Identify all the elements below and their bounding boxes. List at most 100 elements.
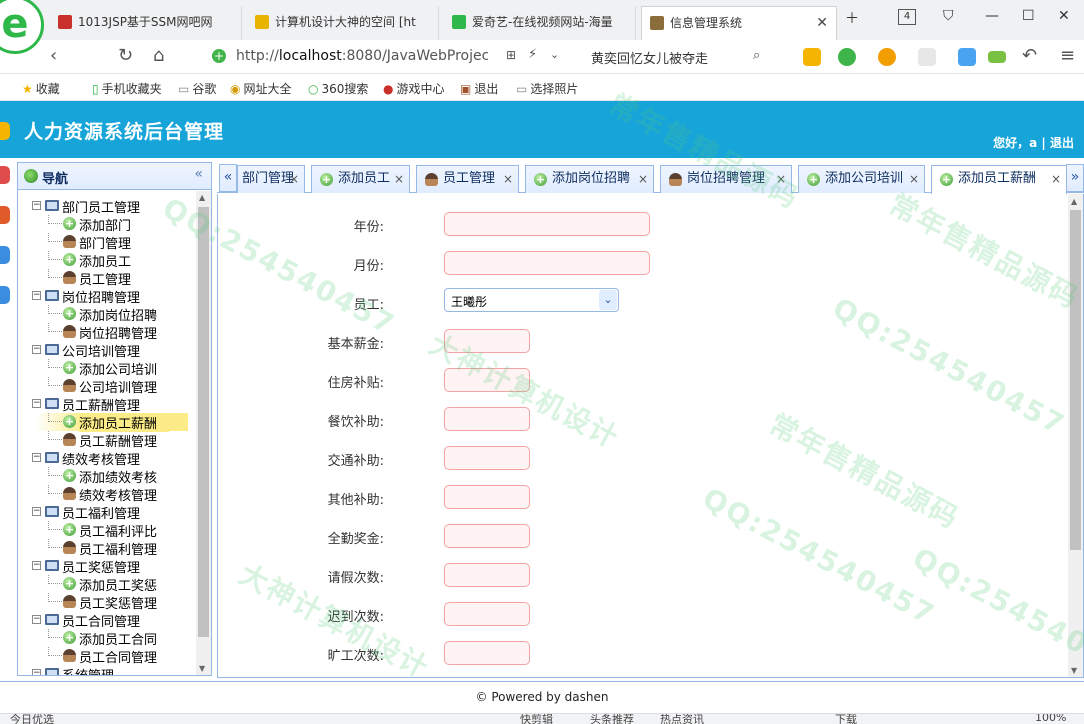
lightning-icon[interactable]: ⚡ [528, 47, 537, 62]
collapse-toggle-icon[interactable]: − [32, 561, 41, 570]
tree-group[interactable]: − 绩效考核管理 [18, 449, 196, 468]
tree-group[interactable]: − 系统管理 [18, 665, 196, 675]
bookmark-mobile[interactable]: ▯ 手机收藏夹 [92, 80, 162, 97]
scrollbar-thumb[interactable] [1070, 210, 1081, 550]
close-tab-icon[interactable]: × [638, 166, 648, 192]
translate-ext-icon[interactable] [838, 48, 856, 66]
browser-tab[interactable]: 信息管理系统 ✕ [641, 6, 837, 40]
tree-item[interactable]: 绩效考核管理 [18, 485, 196, 504]
collapse-sidebar-icon[interactable]: « [194, 166, 203, 182]
apps-ext-icon[interactable] [958, 48, 976, 66]
bookmark-games[interactable]: ● 游戏中心 [383, 80, 445, 97]
tree-item[interactable]: + 添加员工合同 [18, 629, 196, 648]
new-tab-icon[interactable]: ＋ [845, 8, 859, 28]
back-icon[interactable]: ‹ [50, 45, 57, 66]
content-tab[interactable]: 部门管理 × [237, 165, 305, 193]
side-app-stub-icon[interactable] [0, 246, 10, 264]
close-tab-icon[interactable]: × [909, 166, 919, 192]
qr-code-icon[interactable]: ⊞ [506, 48, 516, 62]
maximize-icon[interactable]: ☐ [1022, 8, 1035, 24]
collapse-toggle-icon[interactable]: − [32, 669, 41, 675]
tree-group[interactable]: − 员工福利管理 [18, 503, 196, 522]
scissors-ext-icon[interactable] [803, 48, 821, 66]
sidebar-scrollbar[interactable]: ▲ ▼ [196, 191, 211, 675]
tree-group[interactable]: − 员工合同管理 [18, 611, 196, 630]
tree-item[interactable]: 员工管理 [18, 269, 196, 288]
collapse-toggle-icon[interactable]: − [32, 345, 41, 354]
content-tab[interactable]: + 添加岗位招聘 × [525, 165, 654, 193]
tree-item[interactable]: + 添加部门 [18, 215, 196, 234]
bookmark-logout[interactable]: ▣ 退出 [460, 80, 498, 97]
content-tab[interactable]: 员工管理 × [416, 165, 519, 193]
collapse-toggle-icon[interactable]: − [32, 399, 41, 408]
status-item[interactable]: 100% [1035, 714, 1066, 724]
user-greeting[interactable]: 您好，a | 退出 [993, 134, 1074, 151]
tree-item[interactable]: + 添加员工薪酬 [18, 413, 196, 432]
close-tab-icon[interactable]: ✕ [816, 7, 828, 39]
coupon-ext-icon[interactable] [878, 48, 896, 66]
tree-item[interactable]: + 添加员工奖惩 [18, 575, 196, 594]
browser-tab[interactable]: 爱奇艺-在线视频网站-海量 [444, 6, 636, 40]
menu-icon[interactable]: ≡ [1060, 45, 1075, 66]
form-input[interactable] [444, 212, 650, 236]
side-app-stub-icon[interactable] [0, 206, 10, 224]
bookmark-photos[interactable]: ▭ 选择照片 [516, 80, 578, 97]
tree-group[interactable]: − 公司培训管理 [18, 341, 196, 360]
tree-item[interactable]: + 添加员工 [18, 251, 196, 270]
status-item[interactable]: 下载 [835, 714, 857, 724]
scroll-down-icon[interactable]: ▼ [1071, 666, 1077, 675]
search-field[interactable]: 黄奕回忆女儿被夺走 ⌕ [585, 44, 775, 70]
tree-item[interactable]: 员工福利管理 [18, 539, 196, 558]
form-input[interactable] [444, 251, 650, 275]
close-tab-icon[interactable]: × [503, 166, 513, 192]
collapse-toggle-icon[interactable]: − [32, 201, 41, 210]
status-item[interactable]: 今日优选 [10, 714, 54, 724]
chevron-down-icon[interactable]: ⌄ [599, 290, 617, 310]
tree-item[interactable]: + 添加岗位招聘 [18, 305, 196, 324]
tree-item[interactable]: + 员工福利评比 [18, 521, 196, 540]
minimize-icon[interactable]: — [985, 8, 999, 24]
home-icon[interactable]: ⌂ [153, 45, 164, 66]
content-tab[interactable]: + 添加员工薪酬 × [931, 165, 1067, 194]
tab-count-badge[interactable]: 4 [898, 9, 916, 25]
tree-item[interactable]: 公司培训管理 [18, 377, 196, 396]
tree-item[interactable]: 员工合同管理 [18, 647, 196, 666]
side-app-stub-icon[interactable] [0, 122, 10, 140]
status-item[interactable]: 热点资讯 [660, 714, 704, 724]
collapse-toggle-icon[interactable]: − [32, 291, 41, 300]
url-field[interactable]: + http://localhost:8080/JavaWebProject ⊞… [200, 44, 570, 70]
scroll-up-icon[interactable]: ▲ [1071, 197, 1077, 206]
reload-icon[interactable]: ↻ [118, 45, 133, 66]
tree-group[interactable]: − 部门员工管理 [18, 197, 196, 216]
close-tab-icon[interactable]: × [394, 166, 404, 192]
form-input[interactable] [444, 368, 530, 392]
form-input[interactable] [444, 641, 530, 665]
content-tab[interactable]: + 添加公司培训 × [798, 165, 925, 193]
side-app-stub-icon[interactable] [0, 166, 10, 184]
form-input[interactable] [444, 563, 530, 587]
form-input[interactable] [444, 524, 530, 548]
tree-item[interactable]: + 添加绩效考核 [18, 467, 196, 486]
undo-icon[interactable]: ↶ [1022, 45, 1037, 66]
form-input[interactable] [444, 485, 530, 509]
close-tab-icon[interactable]: × [289, 166, 299, 192]
employee-select[interactable]: 王曦彤 ⌄ [444, 288, 619, 312]
content-tab[interactable]: + 添加员工 × [311, 165, 410, 193]
status-item[interactable]: 头条推荐 [590, 714, 634, 724]
tree-group[interactable]: − 岗位招聘管理 [18, 287, 196, 306]
close-tab-icon[interactable]: × [1051, 166, 1061, 192]
browser-tab[interactable]: 1013JSP基于SSM网吧网 [50, 6, 242, 40]
tree-item[interactable]: 员工薪酬管理 [18, 431, 196, 450]
collapse-toggle-icon[interactable]: − [32, 615, 41, 624]
shirt-skin-icon[interactable]: ⛉ [943, 8, 954, 24]
form-input[interactable] [444, 407, 530, 431]
tree-item[interactable]: 岗位招聘管理 [18, 323, 196, 342]
bookmark-favorites[interactable]: ★ 收藏 [22, 80, 60, 97]
content-tab[interactable]: 岗位招聘管理 × [660, 165, 792, 193]
bookmark-360search[interactable]: ○ 360搜索 [308, 80, 368, 97]
bookmark-navsite[interactable]: ◉ 网址大全 [230, 80, 292, 97]
scroll-up-icon[interactable]: ▲ [199, 193, 205, 202]
collapse-toggle-icon[interactable]: − [32, 453, 41, 462]
form-input[interactable] [444, 329, 530, 353]
battery-icon[interactable] [988, 51, 1006, 63]
